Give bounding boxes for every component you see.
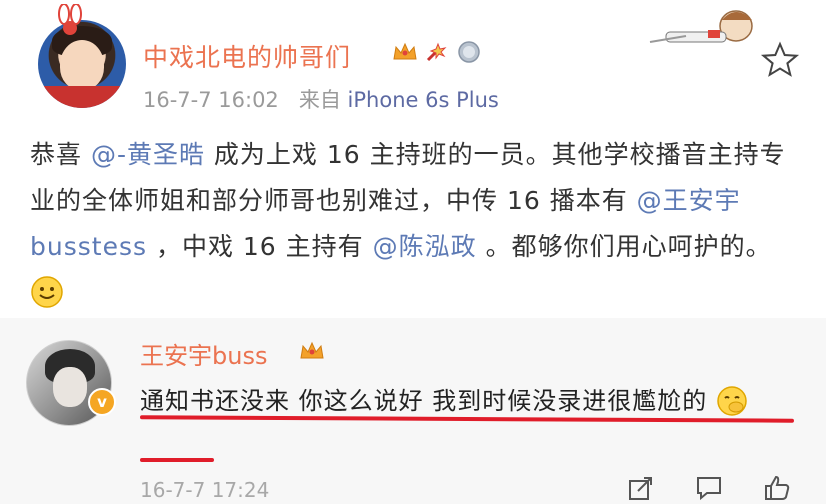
post-content: 恭喜 @-黄圣晧 成为上戏 16 主持班的一员。其他学校播音主持专业的全体师姐和… (30, 132, 800, 316)
post-time: 16-7-7 16:02 (143, 88, 279, 112)
post-source-prefix: 来自 (298, 88, 341, 112)
post-username[interactable]: 中戏北电的帅哥们 (143, 38, 351, 74)
user-badges (392, 39, 482, 65)
comment-actions (626, 474, 792, 502)
lying-girl-sticker-icon (649, 10, 753, 43)
mention-link[interactable]: @-黄圣晧 (91, 140, 205, 169)
comment-time: 16-7-7 17:24 (140, 478, 270, 502)
smile-emoji-icon (31, 276, 63, 308)
comment-card: v 王安宇buss 通知书还没来 你这么说好 我到时候没录进很尷尬的 16-7-… (0, 318, 826, 504)
firework-badge-icon[interactable] (424, 39, 450, 65)
content-text: 。都够你们用心呵护的。 (476, 232, 772, 261)
post-meta: 16-7-7 16:02 来自 iPhone 6s Plus (143, 84, 499, 114)
crown-badge-icon[interactable] (392, 39, 418, 65)
cover-mouth-emoji-icon (717, 386, 747, 416)
share-icon[interactable] (626, 474, 656, 502)
comment-username[interactable]: 王安宇buss (140, 336, 267, 371)
weibo-post: 中戏北电的帅哥们 16-7-7 16:02 来自 iPhone 6s Plus … (0, 0, 826, 318)
crown-badge-icon[interactable] (298, 338, 326, 364)
mention-link[interactable]: @陈泓政 (373, 232, 477, 261)
verified-badge-icon: v (88, 388, 116, 416)
favorite-star-icon[interactable] (760, 40, 800, 80)
comment-reply-icon[interactable] (694, 474, 724, 502)
post-source-device[interactable]: iPhone 6s Plus (348, 88, 499, 112)
bunny-ears-decoration-icon (58, 4, 82, 35)
like-thumb-icon[interactable] (762, 474, 792, 502)
comment-body: 通知书还没来 你这么说好 我到时候没录进很尷尬的 (140, 387, 708, 415)
content-text: ，中戏 16 主持有 (147, 232, 373, 261)
red-underline-annotation (140, 458, 214, 462)
medal-badge-icon[interactable] (456, 39, 482, 65)
content-text: 恭喜 (30, 140, 91, 169)
